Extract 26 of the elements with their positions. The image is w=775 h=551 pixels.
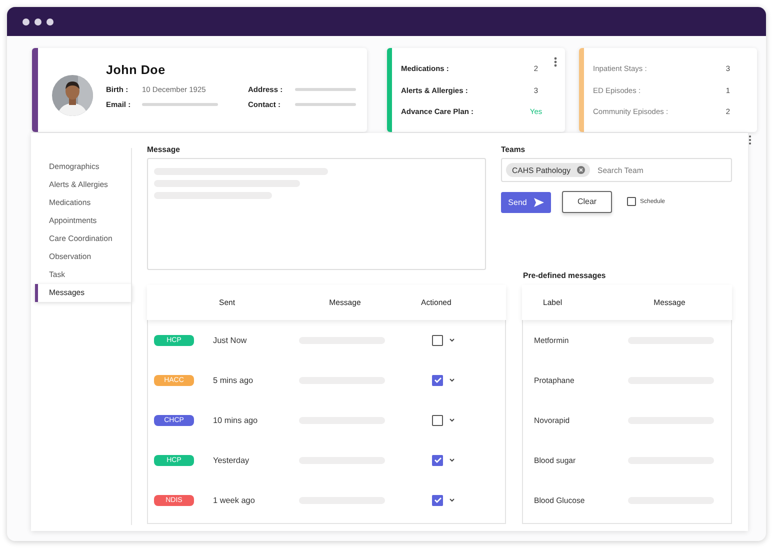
- send-icon: [534, 198, 544, 207]
- sent-time: 10 mins ago: [213, 416, 258, 424]
- chevron-down-icon[interactable]: [449, 418, 455, 422]
- more-options-icon[interactable]: [748, 135, 752, 145]
- sent-time: Yesterday: [213, 456, 250, 464]
- chevron-down-icon[interactable]: [449, 338, 455, 342]
- placeholder-bar: [295, 88, 356, 91]
- chevron-down-icon[interactable]: [449, 458, 455, 462]
- actioned-checkbox[interactable]: [432, 334, 443, 346]
- message-field[interactable]: [147, 158, 486, 270]
- chevron-down-icon[interactable]: [449, 378, 455, 382]
- clear-button[interactable]: Clear: [562, 190, 612, 212]
- send-button[interactable]: Send: [501, 192, 551, 213]
- chevron-down-icon[interactable]: [449, 498, 455, 502]
- actioned-checkbox[interactable]: [432, 494, 443, 506]
- actioned-checkbox[interactable]: [432, 374, 443, 386]
- sent-time: 5 mins ago: [213, 376, 254, 384]
- sent-time: 1 week ago: [213, 496, 255, 504]
- more-options-icon[interactable]: [554, 57, 557, 67]
- sent-time: Just Now: [213, 336, 247, 344]
- actioned-checkbox[interactable]: [432, 454, 443, 466]
- window-dots-icon: [22, 18, 56, 26]
- remove-icon[interactable]: [576, 166, 585, 174]
- actioned-checkbox[interactable]: [432, 414, 443, 426]
- patient-name: John Doe: [106, 63, 166, 77]
- placeholder-bar: [295, 103, 356, 106]
